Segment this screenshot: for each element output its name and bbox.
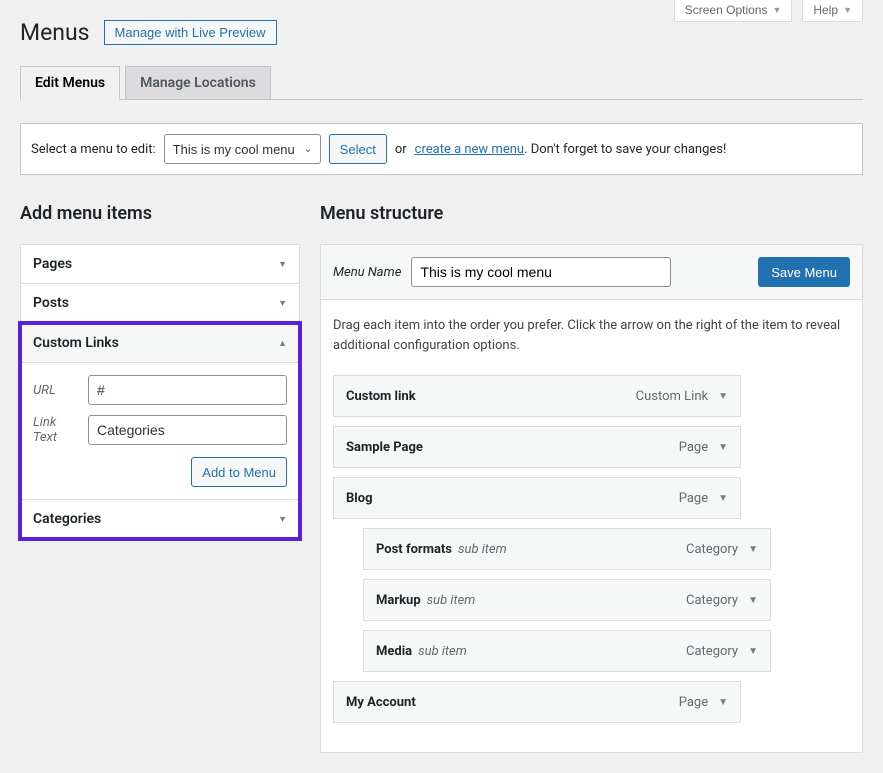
menu-item[interactable]: Sample Page Page ▼ bbox=[333, 426, 741, 468]
url-label: URL bbox=[33, 383, 78, 398]
menu-item-title: Custom link bbox=[346, 389, 416, 404]
menu-item-title: My Account bbox=[346, 695, 416, 710]
menu-structure-heading: Menu structure bbox=[320, 203, 863, 224]
nav-tabs: Edit Menus Manage Locations bbox=[20, 66, 863, 100]
chevron-down-icon: ▼ bbox=[278, 298, 287, 309]
url-input[interactable] bbox=[88, 375, 287, 405]
menu-item-type: Page bbox=[679, 695, 708, 710]
add-to-menu-button[interactable]: Add to Menu bbox=[191, 457, 287, 487]
chevron-up-icon: ▲ bbox=[278, 338, 287, 349]
page-title: Menus bbox=[20, 19, 90, 46]
accordion-pages-label: Pages bbox=[33, 256, 72, 272]
accordion-custom-links-head[interactable]: Custom Links ▲ bbox=[21, 324, 299, 363]
menu-item-type: Category bbox=[686, 644, 738, 659]
chevron-down-icon: ▼ bbox=[772, 5, 781, 15]
chevron-down-icon[interactable]: ▼ bbox=[718, 391, 728, 402]
save-menu-button[interactable]: Save Menu bbox=[758, 257, 850, 287]
menu-name-input[interactable] bbox=[411, 257, 671, 287]
menu-name-label: Menu Name bbox=[333, 265, 401, 280]
chevron-down-icon: ▼ bbox=[843, 5, 852, 15]
or-text: or bbox=[395, 142, 407, 157]
link-text-input[interactable] bbox=[88, 415, 287, 445]
chevron-down-icon[interactable]: ▼ bbox=[748, 646, 758, 657]
menu-item-type: Page bbox=[679, 491, 708, 506]
chevron-down-icon[interactable]: ▼ bbox=[748, 544, 758, 555]
menu-item[interactable]: Blog Page ▼ bbox=[333, 477, 741, 519]
select-button[interactable]: Select bbox=[329, 134, 387, 164]
accordion-categories: Categories ▼ bbox=[20, 500, 300, 539]
help-label: Help bbox=[813, 3, 838, 17]
menu-item-title: Markup bbox=[376, 593, 421, 608]
sub-item-label: sub item bbox=[458, 542, 507, 557]
screen-options-button[interactable]: Screen Options ▼ bbox=[674, 0, 793, 22]
accordion-categories-label: Categories bbox=[33, 511, 101, 527]
accordion-pages: Pages ▼ bbox=[20, 244, 300, 284]
select-menu-label: Select a menu to edit: bbox=[31, 142, 156, 157]
menu-item[interactable]: Custom link Custom Link ▼ bbox=[333, 375, 741, 417]
menu-select[interactable]: This is my cool menu bbox=[164, 134, 321, 164]
help-button[interactable]: Help ▼ bbox=[802, 0, 863, 22]
chevron-down-icon[interactable]: ▼ bbox=[718, 697, 728, 708]
menu-item[interactable]: My Account Page ▼ bbox=[333, 681, 741, 723]
chevron-down-icon: ▼ bbox=[278, 259, 287, 270]
accordion-posts-head[interactable]: Posts ▼ bbox=[21, 284, 299, 322]
link-text-label: Link Text bbox=[33, 415, 78, 445]
chevron-down-icon[interactable]: ▼ bbox=[748, 595, 758, 606]
menu-header: Menu Name Save Menu bbox=[320, 244, 863, 300]
menu-item-title: Blog bbox=[346, 491, 373, 506]
accordion-categories-head[interactable]: Categories ▼ bbox=[21, 500, 299, 538]
menu-item-type: Page bbox=[679, 440, 708, 455]
select-tail-text: . Don't forget to save your changes! bbox=[524, 142, 726, 157]
accordion-pages-head[interactable]: Pages ▼ bbox=[21, 245, 299, 283]
sub-item-label: sub item bbox=[418, 644, 467, 659]
menu-item[interactable]: Markup sub item Category ▼ bbox=[363, 579, 771, 621]
accordion-custom-links-label: Custom Links bbox=[33, 335, 119, 351]
create-new-menu-link[interactable]: create a new menu bbox=[415, 142, 524, 157]
live-preview-button[interactable]: Manage with Live Preview bbox=[104, 20, 277, 45]
screen-options-label: Screen Options bbox=[685, 3, 768, 17]
chevron-down-icon[interactable]: ▼ bbox=[718, 493, 728, 504]
menu-item[interactable]: Post formats sub item Category ▼ bbox=[363, 528, 771, 570]
accordion-posts: Posts ▼ bbox=[20, 284, 300, 323]
tab-manage-locations[interactable]: Manage Locations bbox=[125, 66, 271, 99]
chevron-down-icon: ▼ bbox=[278, 514, 287, 525]
instructions-text: Drag each item into the order you prefer… bbox=[333, 316, 850, 355]
tab-edit-menus[interactable]: Edit Menus bbox=[20, 66, 120, 100]
menu-body: Drag each item into the order you prefer… bbox=[320, 300, 863, 753]
sub-item-label: sub item bbox=[427, 593, 476, 608]
menu-select-row: Select a menu to edit: This is my cool m… bbox=[20, 123, 863, 175]
menu-item-title: Post formats bbox=[376, 542, 452, 557]
menu-item-type: Category bbox=[686, 593, 738, 608]
chevron-down-icon[interactable]: ▼ bbox=[718, 442, 728, 453]
menu-item-title: Media bbox=[376, 644, 412, 659]
menu-item-type: Category bbox=[686, 542, 738, 557]
menu-item-title: Sample Page bbox=[346, 440, 423, 455]
menu-item-type: Custom Link bbox=[636, 389, 708, 404]
accordion-posts-label: Posts bbox=[33, 295, 69, 311]
accordion-custom-links: Custom Links ▲ URL Link Text bbox=[20, 323, 300, 500]
menu-item[interactable]: Media sub item Category ▼ bbox=[363, 630, 771, 672]
add-menu-items-heading: Add menu items bbox=[20, 203, 300, 224]
